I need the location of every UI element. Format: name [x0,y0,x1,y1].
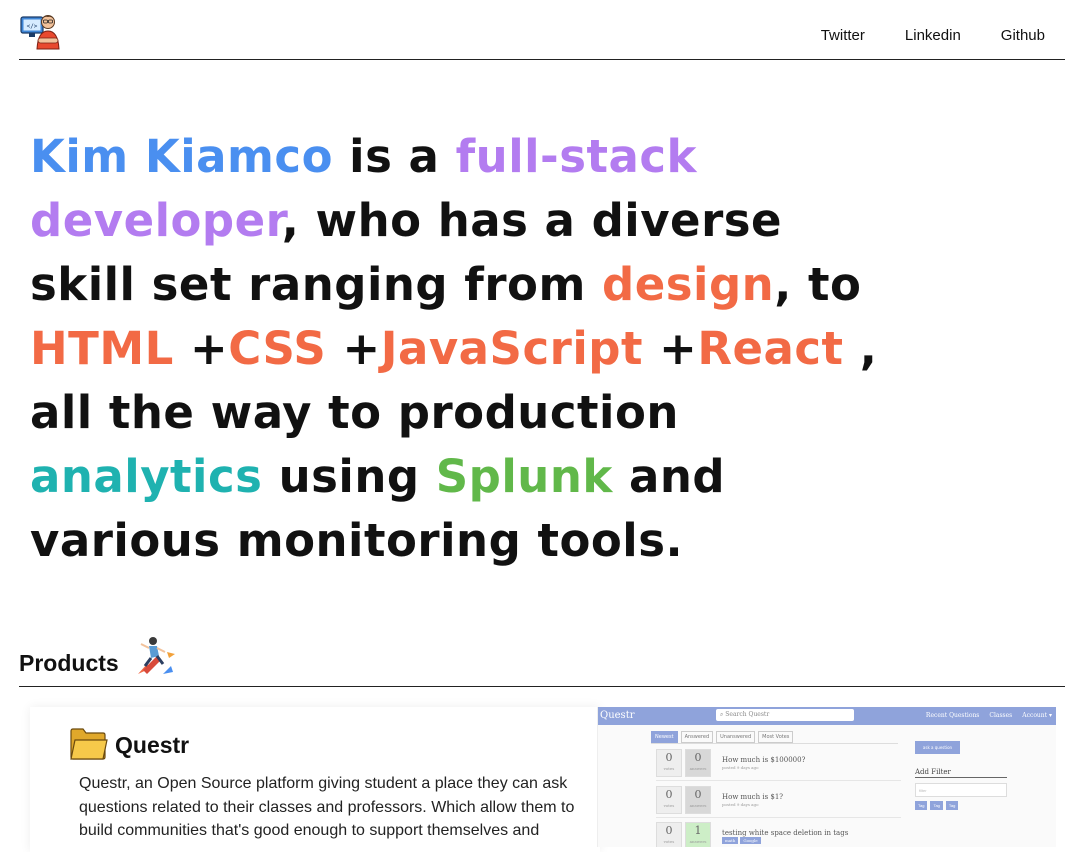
hero-plus: + [642,322,698,375]
nav-github-link[interactable]: Github [1001,27,1045,44]
hero-skill-css: CSS [228,322,327,375]
preview-search-placeholder: Search Questr [725,711,770,718]
hero-role: full-stack [455,130,697,183]
hero-splunk: Splunk [435,450,613,503]
preview-tab: Newest [651,731,678,743]
nav-linkedin-link[interactable]: Linkedin [905,27,961,44]
preview-votes: 0 votes [656,749,682,777]
hero-plus: + [326,322,381,375]
preview-question-row: 0 votes 0 answers How much is $1? posted 9 … [656,786,783,814]
preview-divider [651,743,898,744]
preview-tag: Tag [930,801,943,810]
hero-line-2: developer, who has a diverse [30,189,930,253]
preview-question: How much is $100000? posted 9 days ago [722,756,806,770]
preview-ask-button: ask a question [915,741,960,754]
preview-filter-input: filter [915,783,1007,797]
products-section-header: Products [19,632,1065,687]
hero-line-7: various monitoring tools. [30,509,930,573]
products-title: Products [19,650,119,676]
site-header: </> Twitter Linkedin Github [19,0,1065,60]
folder-icon [70,728,108,760]
preview-votes: 0 votes [656,786,682,814]
hero-line-3: skill set ranging from design, to [30,253,930,317]
preview-filter-divider [915,777,1007,778]
preview-tab: Answered [680,731,714,743]
preview-navbar: Questr ⌕ Search Questr Recent Questions … [598,707,1056,725]
hero-line-6: analytics using Splunk and [30,445,930,509]
preview-answers: 0 answers [685,749,711,777]
preview-menu-item: Classes [989,712,1013,719]
hero-text: and [612,450,726,503]
developer-avatar-icon[interactable]: </> [20,10,60,50]
preview-tab: Unanswered [716,731,756,743]
preview-filter-title: Add Filter [915,768,951,776]
hero-text: , to [774,258,862,311]
hero-line-5: all the way to production [30,381,930,445]
preview-menu-item: Account ▾ [1022,712,1052,719]
hero-line-1: Kim Kiamco is a full-stack [30,125,930,189]
hero-plus: + [173,322,229,375]
hero-analytics: analytics [30,450,263,503]
preview-tag: math [722,837,739,844]
product-screenshot[interactable]: Questr ⌕ Search Questr Recent Questions … [597,707,1056,847]
svg-text:</>: </> [27,23,38,30]
rocket-person-icon [138,637,175,674]
hero-skill-javascript: JavaScript [380,322,643,375]
hero-skill-design: design [602,258,775,311]
hero-text: , [843,322,878,375]
hero-text: all the way to production [30,386,679,439]
preview-question: testing white space deletion in tags math… [722,829,849,844]
hero-text: using [262,450,436,503]
preview-filter-tags: Tag Tag Tag [915,801,959,810]
hero-line-4: HTML +CSS +JavaScript +React , [30,317,930,381]
preview-tag: Tag [945,801,959,810]
hero-role: developer [30,194,282,247]
product-card-questr[interactable]: Questr Questr, an Open Source platform g… [30,707,600,852]
preview-question-row: 0 votes 0 answers How much is $100000? post… [656,749,805,777]
preview-row-divider [656,780,901,781]
preview-brand: Questr [600,710,635,721]
preview-menu: Recent Questions Classes Account ▾ [926,712,1052,719]
preview-answers: 0 answers [685,786,711,814]
top-nav: Twitter Linkedin Github [821,27,1045,44]
preview-menu-item: Recent Questions [925,712,980,719]
nav-twitter-link[interactable]: Twitter [821,27,865,44]
preview-tab: Most Votes [758,731,794,743]
hero-text: is a [333,130,456,183]
preview-row-divider [656,817,901,818]
preview-votes: 0 votes [656,822,682,847]
preview-answers: 1 answers [685,822,711,847]
preview-question-row: 0 votes 1 answers testing white space dele… [656,822,848,847]
preview-tabs: Newest Answered Unanswered Most Votes [651,731,794,743]
hero-text: , who has a diverse [281,194,783,247]
hero-name: Kim Kiamco [30,130,333,183]
hero-skill-react: React [697,322,844,375]
product-title: Questr [115,732,190,758]
hero-text: various monitoring tools. [30,514,684,567]
preview-search-input: ⌕ Search Questr [716,709,854,721]
preview-question: How much is $1? posted 9 days ago [722,793,784,807]
hero-statement: Kim Kiamco is a full-stack developer, wh… [30,125,930,573]
hero-text: skill set ranging from [30,258,603,311]
preview-tag: Google [740,837,761,844]
hero-skill-html: HTML [30,322,174,375]
product-description: Questr, an Open Source platform giving s… [79,775,575,839]
preview-tag: Tag [915,801,928,810]
